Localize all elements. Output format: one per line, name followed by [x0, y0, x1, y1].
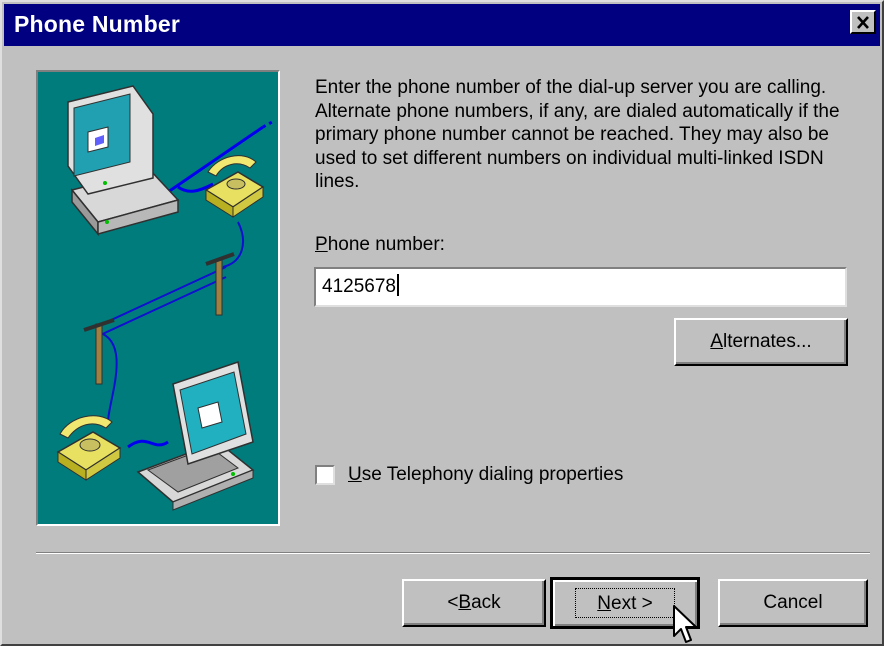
telephone-icon — [56, 415, 122, 481]
phone-number-dialog: Phone Number Enter the phone number of t… — [0, 0, 884, 646]
wizard-illustration — [36, 70, 280, 526]
back-accel: B — [458, 592, 472, 613]
title-bar[interactable]: Phone Number — [4, 4, 880, 46]
phone-number-input[interactable]: 4125678 — [314, 267, 847, 307]
separator — [36, 552, 870, 554]
focus-rectangle — [575, 588, 675, 618]
phone-number-accel: P — [315, 234, 328, 255]
phone-number-value: 4125678 — [322, 276, 396, 297]
telephony-checkbox[interactable] — [315, 465, 335, 485]
text-caret — [396, 274, 399, 296]
alternates-label: lternates... — [722, 331, 812, 352]
laptop-icon — [136, 361, 255, 511]
back-label: ack — [471, 592, 501, 613]
back-button[interactable]: < Back — [402, 579, 546, 627]
mouse-pointer-icon — [673, 605, 697, 643]
back-prefix: < — [447, 592, 459, 613]
telephony-label-text: se Telephony dialing properties — [361, 464, 624, 485]
telephony-accel: U — [348, 464, 362, 485]
cancel-button[interactable]: Cancel — [718, 579, 868, 627]
telephone-icon — [204, 155, 265, 218]
window-title: Phone Number — [14, 11, 180, 37]
desktop-computer-icon — [67, 85, 180, 237]
alternates-accel: A — [710, 331, 723, 352]
phone-number-label: Phone number: — [315, 234, 445, 256]
close-button[interactable] — [850, 10, 876, 34]
telephony-checkbox-label[interactable]: Use Telephony dialing properties — [348, 464, 623, 486]
cancel-label: Cancel — [763, 592, 823, 613]
close-icon — [857, 15, 869, 29]
instructions-text: Enter the phone number of the dial-up se… — [315, 77, 840, 192]
phone-number-label-text: hone number: — [327, 234, 445, 255]
alternates-button[interactable]: Alternates... — [674, 318, 848, 366]
